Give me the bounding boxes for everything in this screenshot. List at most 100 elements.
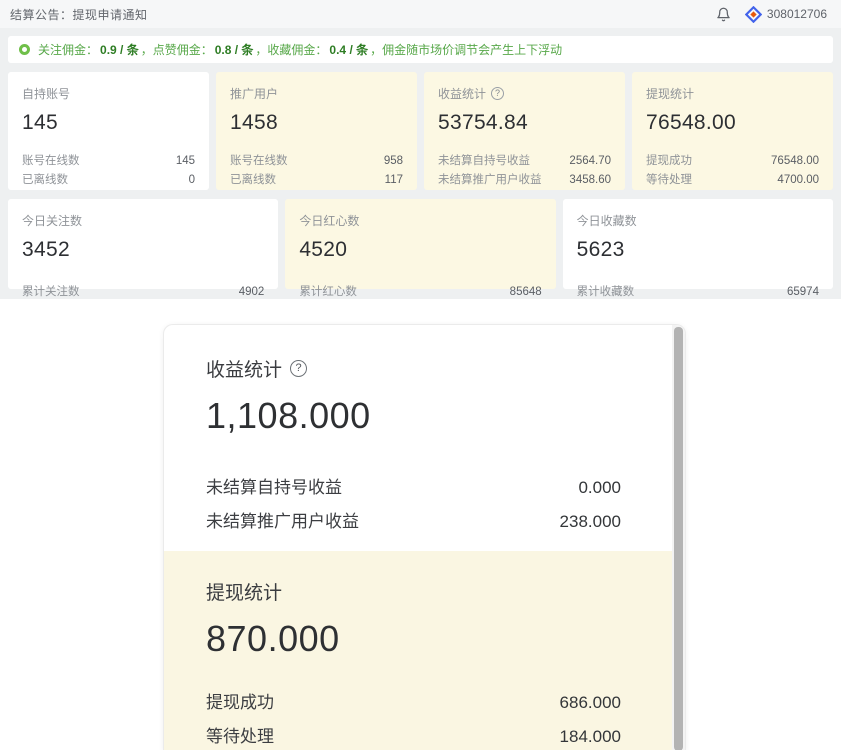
panel-row-label: 未结算推广用户收益 (206, 505, 359, 539)
panel-scrollbar-track[interactable] (672, 325, 685, 750)
card-value: 4520 (299, 238, 541, 262)
user-id: 308012706 (767, 7, 827, 21)
card-promo-users: 推广用户 1458 账号在线数 958 已离线数 117 (216, 72, 417, 190)
panel-withdraw-section: 提现统计 870.000 提现成功 686.000 等待处理 184.000 (164, 551, 685, 750)
sub-row: 提现成功 76548.00 (646, 152, 819, 171)
card-label: 今日关注数 (22, 212, 264, 229)
panel-withdraw-title: 提现统计 (206, 578, 621, 605)
card-label: 今日收藏数 (577, 212, 819, 229)
card-subrows: 累计红心数 85648 (299, 283, 541, 302)
sub-label: 提现成功 (646, 152, 692, 171)
sub-value: 117 (385, 171, 403, 190)
panel-row: 未结算推广用户收益 238.000 (206, 505, 621, 539)
sub-row: 累计红心数 85648 (299, 283, 541, 302)
sub-row: 累计关注数 4902 (22, 283, 264, 302)
panel-row-value: 0.000 (578, 471, 621, 505)
top-bar-right: 308012706 (716, 6, 827, 23)
sub-row: 未结算推广用户收益 3458.60 (438, 171, 611, 190)
card-subrows: 未结算自持号收益 2564.70 未结算推广用户收益 3458.60 (438, 152, 611, 190)
panel-income-rows: 未结算自持号收益 0.000 未结算推广用户收益 238.000 (206, 471, 621, 539)
panel-income-title: 收益统计 ? (206, 355, 621, 382)
panel-income-section: 收益统计 ? 1,108.000 未结算自持号收益 0.000 未结算推广用户收… (164, 325, 685, 551)
card-value: 76548.00 (646, 111, 819, 135)
question-circle-icon[interactable]: ? (491, 87, 504, 100)
card-label-text: 收益统计 (438, 85, 486, 102)
panel-row-label: 提现成功 (206, 686, 274, 720)
sub-label: 未结算自持号收益 (438, 152, 530, 171)
sub-row: 等待处理 4700.00 (646, 171, 819, 190)
card-subrows: 账号在线数 145 已离线数 0 (22, 152, 195, 190)
sub-label: 等待处理 (646, 171, 692, 190)
notice-note: ，佣金随市场价调节会产生上下浮动 (370, 41, 562, 58)
card-label: 自持账号 (22, 85, 195, 102)
diamond-logo-icon (745, 6, 762, 23)
card-label: 收益统计 ? (438, 85, 611, 102)
commission-notice-bar: 关注佣金： 0.9 / 条 ，点赞佣金： 0.8 / 条 ，收藏佣金： 0.4 … (8, 36, 833, 63)
sub-value: 76548.00 (771, 152, 819, 171)
panel-row-value: 238.000 (560, 505, 621, 539)
card-withdraw-stats: 提现统计 76548.00 提现成功 76548.00 等待处理 4700.00 (632, 72, 833, 190)
sub-value: 85648 (510, 283, 542, 302)
sub-label: 累计收藏数 (577, 283, 635, 302)
panel-withdraw-total: 870.000 (206, 618, 621, 660)
panel-withdraw-rows: 提现成功 686.000 等待处理 184.000 (206, 686, 621, 750)
sub-label: 已离线数 (230, 171, 276, 190)
notice-label: ，收藏佣金： (255, 41, 327, 58)
sub-value: 145 (176, 152, 195, 171)
panel-title-text: 收益统计 (206, 355, 282, 382)
sub-value: 958 (384, 152, 403, 171)
sub-row: 账号在线数 145 (22, 152, 195, 171)
brand-area: 308012706 (745, 6, 827, 23)
card-value: 53754.84 (438, 111, 611, 135)
sub-label: 已离线数 (22, 171, 68, 190)
card-subrows: 账号在线数 958 已离线数 117 (230, 152, 403, 190)
bell-icon[interactable] (716, 7, 731, 22)
card-value: 5623 (577, 238, 819, 262)
card-value: 3452 (22, 238, 264, 262)
card-label: 今日红心数 (299, 212, 541, 229)
card-subrows: 累计关注数 4902 (22, 283, 264, 302)
panel-row-label: 未结算自持号收益 (206, 471, 342, 505)
sub-value: 65974 (787, 283, 819, 302)
card-today-hearts: 今日红心数 4520 累计红心数 85648 (285, 199, 555, 289)
card-subrows: 累计收藏数 65974 (577, 283, 819, 302)
green-status-dot-icon (19, 44, 30, 55)
sub-value: 4902 (239, 283, 265, 302)
panel-row: 提现成功 686.000 (206, 686, 621, 720)
sub-label: 累计红心数 (299, 283, 357, 302)
panel-row-value: 184.000 (560, 720, 621, 750)
card-label: 推广用户 (230, 85, 403, 102)
card-value: 1458 (230, 111, 403, 135)
card-label: 提现统计 (646, 85, 819, 102)
notice-value: 0.8 / 条 (215, 41, 254, 58)
sub-row: 账号在线数 958 (230, 152, 403, 171)
sub-value: 2564.70 (569, 152, 611, 171)
today-cards-row: 今日关注数 3452 累计关注数 4902 今日红心数 4520 累计红心数 8… (8, 199, 833, 289)
question-circle-icon[interactable]: ? (290, 360, 307, 377)
notice-label: 关注佣金： (38, 41, 98, 58)
notice-value: 0.9 / 条 (100, 41, 139, 58)
dashboard-lower: 收益统计 ? 1,108.000 未结算自持号收益 0.000 未结算推广用户收… (0, 324, 841, 750)
panel-title-text: 提现统计 (206, 578, 282, 605)
card-today-follows: 今日关注数 3452 累计关注数 4902 (8, 199, 278, 289)
panel-row: 等待处理 184.000 (206, 720, 621, 750)
stat-cards-row: 自持账号 145 账号在线数 145 已离线数 0 推广用户 1458 账号在线… (8, 72, 833, 190)
panel-row-label: 等待处理 (206, 720, 274, 750)
panel-scrollbar-thumb[interactable] (674, 327, 683, 750)
sub-label: 累计关注数 (22, 283, 80, 302)
sub-value: 4700.00 (777, 171, 819, 190)
card-income-stats: 收益统计 ? 53754.84 未结算自持号收益 2564.70 未结算推广用户… (424, 72, 625, 190)
card-self-accounts: 自持账号 145 账号在线数 145 已离线数 0 (8, 72, 209, 190)
sub-label: 未结算推广用户收益 (438, 171, 542, 190)
panel-row-value: 686.000 (560, 686, 621, 720)
sub-row: 未结算自持号收益 2564.70 (438, 152, 611, 171)
notice-label: ，点赞佣金： (141, 41, 213, 58)
mobile-preview-panel: 收益统计 ? 1,108.000 未结算自持号收益 0.000 未结算推广用户收… (163, 324, 686, 750)
sub-value: 3458.60 (569, 171, 611, 190)
sub-label: 账号在线数 (22, 152, 80, 171)
sub-label: 账号在线数 (230, 152, 288, 171)
sub-row: 已离线数 117 (230, 171, 403, 190)
top-bar: 结算公告：提现申请通知 308012706 (0, 0, 841, 28)
card-today-favorites: 今日收藏数 5623 累计收藏数 65974 (563, 199, 833, 289)
card-value: 145 (22, 111, 195, 135)
